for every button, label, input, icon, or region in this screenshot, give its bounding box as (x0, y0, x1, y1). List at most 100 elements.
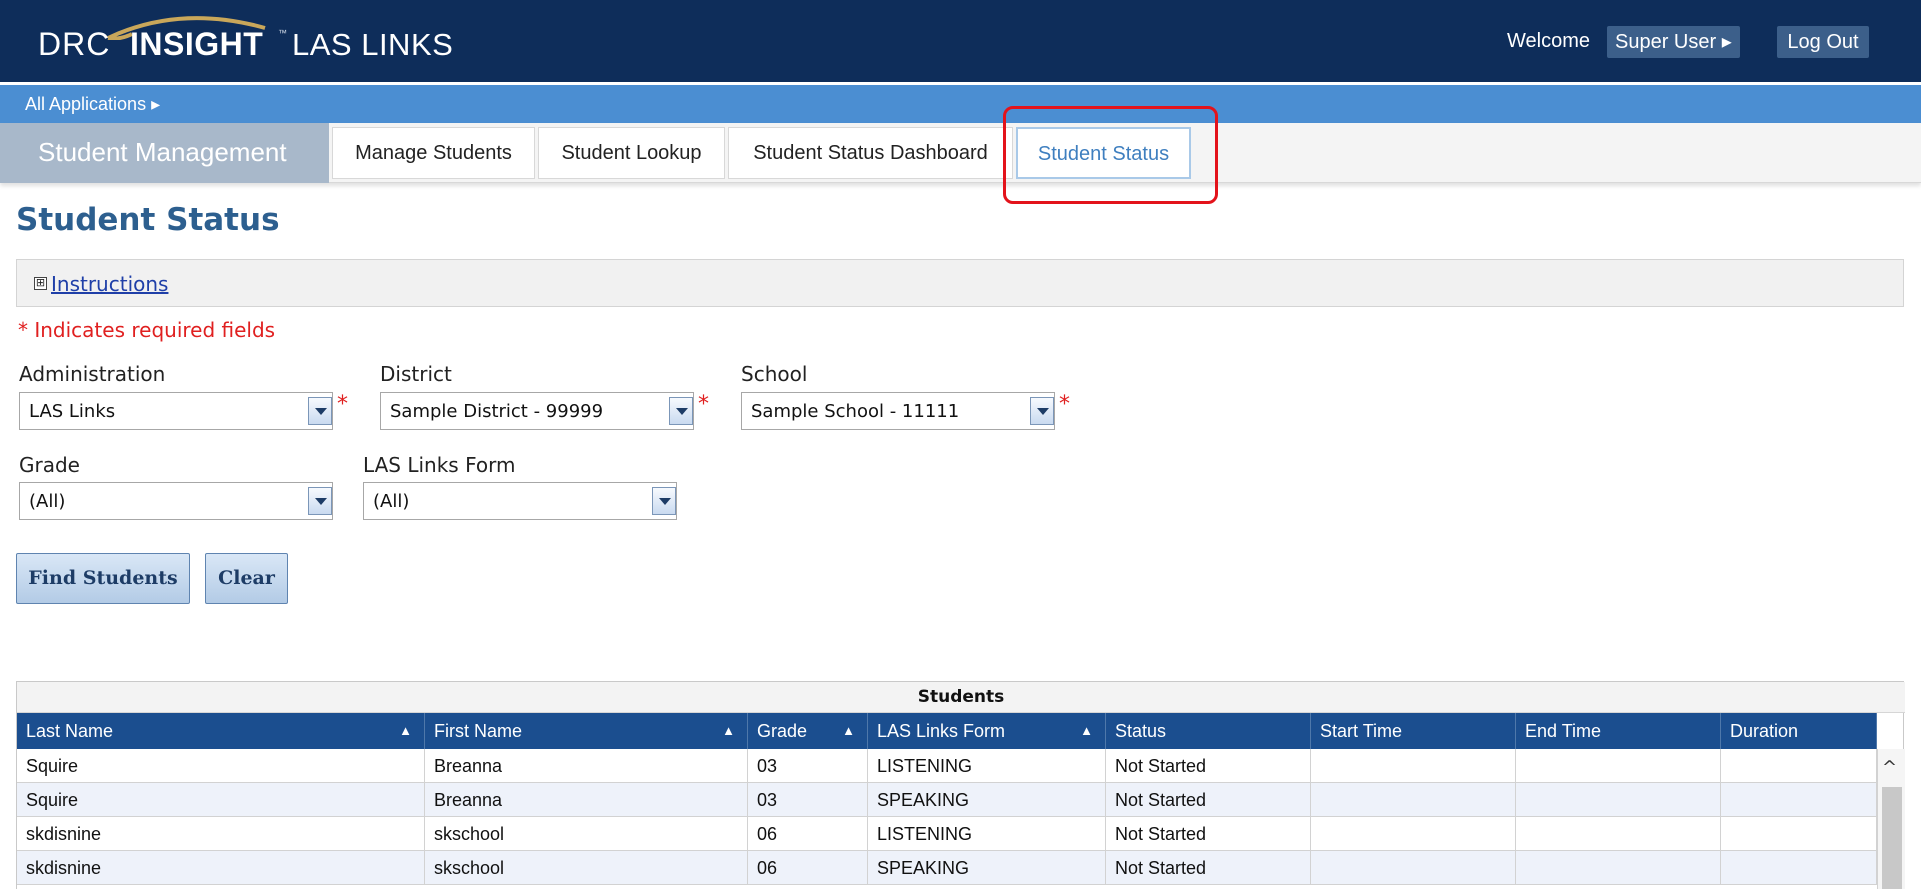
school-select[interactable]: Sample School - 11111 (741, 392, 1055, 430)
cell-duration (1721, 851, 1877, 885)
cell-grade: 06 (748, 817, 868, 851)
las-links-form-value: (All) (373, 491, 410, 512)
logo-trademark: ™ (278, 28, 287, 38)
cell-status: Not Started (1106, 783, 1311, 817)
cell-last-name: skdisnine (17, 817, 425, 851)
column-label: Grade (757, 721, 808, 741)
scroll-thumb[interactable] (1882, 787, 1902, 889)
table-row[interactable]: skdisnine skschool 06 SPEAKING Not Start… (17, 851, 1877, 885)
cell-end-time (1516, 817, 1721, 851)
tab-student-lookup[interactable]: Student Lookup (538, 127, 725, 179)
table-row[interactable]: Squire Breanna 03 SPEAKING Not Started (17, 783, 1877, 817)
chevron-down-icon[interactable] (669, 397, 693, 425)
user-menu-button[interactable]: Super User ▸ (1607, 26, 1740, 58)
cell-start-time (1311, 783, 1516, 817)
cell-grade: 03 (748, 749, 868, 783)
required-star: * (698, 392, 709, 417)
cell-status: Not Started (1106, 749, 1311, 783)
tab-row: Student Management Manage Students Stude… (0, 123, 1921, 183)
cell-duration (1721, 749, 1877, 783)
sort-up-icon[interactable]: ▲ (842, 713, 855, 749)
welcome-label: Welcome (1507, 30, 1590, 52)
cell-form: LISTENING (868, 749, 1106, 783)
column-header-start-time: Start Time (1311, 713, 1516, 749)
grade-label: Grade (19, 453, 80, 477)
logout-button[interactable]: Log Out (1777, 26, 1869, 58)
cell-first-name: Breanna (425, 749, 748, 783)
cell-first-name: skschool (425, 851, 748, 885)
cell-last-name: skdisnine (17, 851, 425, 885)
all-applications-link[interactable]: All Applications ▸ (25, 94, 160, 115)
column-header-las-links-form[interactable]: LAS Links Form ▲ (868, 713, 1106, 749)
cell-grade: 06 (748, 851, 868, 885)
sort-up-icon[interactable]: ▲ (722, 713, 735, 749)
required-fields-note: * Indicates required fields (18, 318, 276, 342)
logo-text-insight: INSIGHT (130, 26, 264, 62)
sort-up-icon[interactable]: ▲ (399, 713, 412, 749)
scroll-up-icon[interactable]: ^ (1882, 757, 1897, 778)
cell-end-time (1516, 783, 1721, 817)
vertical-scrollbar[interactable]: ^ (1877, 749, 1905, 889)
chevron-down-icon[interactable] (308, 397, 332, 425)
app-name: LAS LINKS (292, 27, 454, 62)
required-star: * (1059, 392, 1070, 417)
find-students-button[interactable]: Find Students (16, 553, 190, 604)
column-label: LAS Links Form (877, 721, 1006, 741)
cell-start-time (1311, 851, 1516, 885)
instructions-link[interactable]: Instructions (51, 272, 168, 296)
clear-button[interactable]: Clear (205, 553, 288, 604)
cell-first-name: skschool (425, 817, 748, 851)
top-header: DRC INSIGHT ™ LAS LINKS Welcome Super Us… (0, 0, 1921, 82)
column-header-grade[interactable]: Grade ▲ (748, 713, 868, 749)
table-row[interactable]: Squire Breanna 03 LISTENING Not Started (17, 749, 1877, 783)
cell-form: SPEAKING (868, 851, 1106, 885)
cell-duration (1721, 817, 1877, 851)
page-title: Student Status (16, 202, 280, 238)
grade-select[interactable]: (All) (19, 482, 333, 520)
las-links-form-select[interactable]: (All) (363, 482, 677, 520)
cell-status: Not Started (1106, 851, 1311, 885)
cell-status: Not Started (1106, 817, 1311, 851)
chevron-down-icon[interactable] (652, 487, 676, 515)
cell-start-time (1311, 817, 1516, 851)
cell-last-name: Squire (17, 783, 425, 817)
administration-select[interactable]: LAS Links (19, 392, 333, 430)
expand-plus-icon[interactable]: ⊞ (34, 277, 47, 290)
user-name: Super User (1615, 31, 1717, 53)
cell-end-time (1516, 851, 1721, 885)
district-value: Sample District - 99999 (390, 401, 604, 422)
cell-start-time (1311, 749, 1516, 783)
cell-grade: 03 (748, 783, 868, 817)
grid-header-row: Last Name ▲ First Name ▲ Grade ▲ LAS Lin… (17, 713, 1877, 749)
district-select[interactable]: Sample District - 99999 (380, 392, 694, 430)
cell-first-name: Breanna (425, 783, 748, 817)
highlight-annotation (1003, 106, 1218, 204)
chevron-down-icon[interactable] (1030, 397, 1054, 425)
column-header-last-name[interactable]: Last Name ▲ (17, 713, 425, 749)
school-value: Sample School - 11111 (751, 401, 960, 422)
column-header-status: Status (1106, 713, 1311, 749)
tab-manage-students[interactable]: Manage Students (332, 127, 535, 179)
tab-student-status-dashboard[interactable]: Student Status Dashboard (728, 127, 1013, 179)
cell-form: LISTENING (868, 817, 1106, 851)
cell-last-name: Squire (17, 749, 425, 783)
students-grid: Students Last Name ▲ First Name ▲ Grade … (16, 681, 1905, 889)
caret-right-icon: ▸ (1721, 31, 1732, 53)
cell-end-time (1516, 749, 1721, 783)
table-row[interactable]: skdisnine skschool 06 LISTENING Not Star… (17, 817, 1877, 851)
school-label: School (741, 362, 808, 386)
all-applications-bar: All Applications ▸ (0, 85, 1921, 123)
column-header-first-name[interactable]: First Name ▲ (425, 713, 748, 749)
chevron-down-icon[interactable] (308, 487, 332, 515)
administration-value: LAS Links (29, 401, 116, 422)
column-label: Last Name (26, 721, 114, 741)
instructions-panel: ⊞ Instructions (16, 259, 1904, 307)
column-header-duration: Duration (1721, 713, 1877, 749)
district-label: District (380, 362, 452, 386)
las-links-form-label: LAS Links Form (363, 453, 516, 477)
required-star: * (337, 392, 348, 417)
cell-form: SPEAKING (868, 783, 1106, 817)
cell-duration (1721, 783, 1877, 817)
grade-value: (All) (29, 491, 66, 512)
sort-up-icon[interactable]: ▲ (1080, 713, 1093, 749)
